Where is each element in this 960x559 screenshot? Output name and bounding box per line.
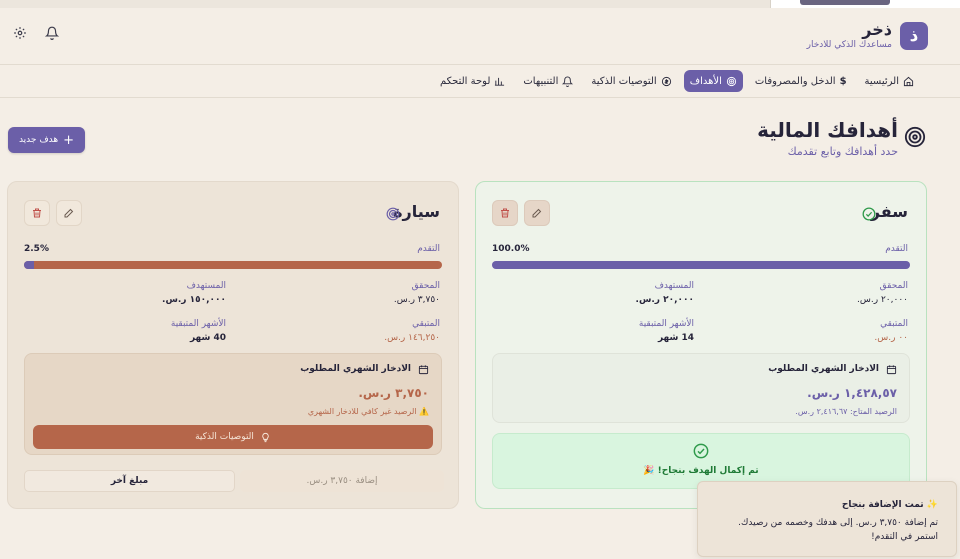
- page-subtitle: حدد أهدافك وتابع تقدمك: [787, 145, 898, 158]
- monthly-saving-title: الادخار الشهري المطلوب: [768, 364, 879, 374]
- progress-label: التقدم: [885, 244, 908, 254]
- goal-title: سيارة: [393, 202, 440, 221]
- remaining-label: المتبقي: [880, 319, 908, 329]
- home-icon: [903, 76, 914, 86]
- progress-bar-fill: [24, 261, 35, 269]
- bell-icon: [562, 76, 574, 87]
- nav-dashboard[interactable]: لوحة التحكم: [434, 70, 511, 92]
- target-icon: [726, 76, 736, 86]
- months-label: الأشهر المتبقية: [170, 319, 226, 329]
- remaining-label: المتبقي: [412, 319, 440, 329]
- target-icon: [386, 207, 400, 221]
- goal-complete-text: تم إكمال الهدف بنجاح! 🎉: [643, 466, 759, 476]
- remaining-value: ٠٠ ر.س.: [874, 333, 908, 343]
- achieved-label: المحقق: [411, 281, 440, 291]
- progress-bar: [24, 261, 442, 269]
- pencil-icon: [532, 208, 542, 218]
- remaining-value: ١٤٦,٢٥٠ ر.س.: [384, 333, 440, 343]
- trash-icon: [33, 208, 41, 218]
- nav-dashboard-label: لوحة التحكم: [439, 75, 491, 87]
- edit-goal-button[interactable]: [56, 200, 82, 226]
- lightbulb-icon: [262, 432, 269, 442]
- toast-title: ✨ تمت الإضافة بنجاح: [841, 500, 938, 510]
- gear-icon[interactable]: [13, 26, 27, 40]
- nav-income-label: الدخل والمصروفات: [754, 75, 836, 87]
- nav-goals[interactable]: الأهداف: [683, 70, 743, 92]
- progress-value: 2.5%: [24, 244, 49, 254]
- app-logo: ذ: [900, 22, 928, 50]
- plus-icon: +: [63, 132, 75, 148]
- achieved-value: ٢٠,٠٠٠ ر.س.: [857, 295, 908, 305]
- nav-alerts-label: التنبيهات: [523, 75, 559, 87]
- goal-card-travel: سفر التقدم 100.0% المحقق ٢٠,٠٠٠ ر.س. الم…: [475, 181, 927, 509]
- trash-icon: [501, 208, 509, 218]
- months-label: الأشهر المتبقية: [638, 319, 694, 329]
- nav-smart-recommendations[interactable]: التوصيات الذكية: [585, 70, 677, 92]
- achieved-label: المحقق: [879, 281, 908, 291]
- delete-goal-button[interactable]: [24, 200, 50, 226]
- progress-value: 100.0%: [492, 244, 530, 254]
- months-value: 14 شهر: [657, 333, 694, 343]
- delete-goal-button[interactable]: [492, 200, 518, 226]
- edit-goal-button[interactable]: [524, 200, 550, 226]
- target-label: المستهدف: [654, 281, 694, 291]
- toast-body: تم إضافة ٣,٧٥٠ ر.س. إلى هدفك وخصمه من رص…: [738, 518, 938, 542]
- monthly-saving-box: الادخار الشهري المطلوب ٣,٧٥٠ ر.س. ⚠️ الر…: [24, 353, 442, 455]
- dollar-icon: $: [839, 75, 847, 87]
- success-toast: ✨ تمت الإضافة بنجاح تم إضافة ٣,٧٥٠ ر.س. …: [697, 481, 957, 557]
- pencil-icon: [64, 208, 74, 218]
- chart-icon: [495, 77, 505, 86]
- smart-recommendations-label: التوصيات الذكية: [195, 432, 254, 442]
- check-circle-icon: [693, 443, 709, 459]
- achieved-value: ٣,٧٥٠ ر.س.: [393, 295, 440, 305]
- monthly-saving-box: الادخار الشهري المطلوب ١,٤٢٨,٥٧ ر.س. الر…: [492, 353, 910, 423]
- nav-alerts[interactable]: التنبيهات: [517, 70, 579, 92]
- page-title: أهدافك المالية: [757, 118, 898, 142]
- nav-home[interactable]: الرئيسية: [859, 70, 920, 92]
- nav-income-expenses[interactable]: $ الدخل والمصروفات: [749, 70, 853, 92]
- progress-label: التقدم: [417, 244, 440, 254]
- target-icon: [904, 126, 926, 148]
- monthly-saving-amount: ١,٤٢٨,٥٧ ر.س.: [807, 386, 897, 400]
- add-installment-button[interactable]: إضافة ٣,٧٥٠ ر.س.: [240, 470, 444, 492]
- monthly-saving-amount: ٣,٧٥٠ ر.س.: [358, 386, 429, 400]
- months-value: 40 شهر: [189, 333, 226, 343]
- target-value: ١٥٠,٠٠٠ ر.س.: [162, 295, 226, 305]
- progress-bar-fill: [492, 261, 910, 269]
- browser-top-strip: [0, 0, 960, 8]
- app-title: ذخر: [862, 20, 892, 39]
- progress-bar: [492, 261, 910, 269]
- nav-home-label: الرئيسية: [864, 75, 899, 87]
- nav-smart-label: التوصيات الذكية: [591, 75, 657, 87]
- app-header: ذ ذخر مساعدك الذكي للادخار: [0, 8, 960, 65]
- goal-title: سفر: [870, 202, 908, 221]
- other-amount-button[interactable]: مبلغ آخر: [24, 470, 235, 492]
- browser-tab-indicator: [800, 0, 890, 5]
- smart-recommendations-button[interactable]: التوصيات الذكية: [33, 425, 433, 449]
- monthly-saving-title: الادخار الشهري المطلوب: [300, 364, 411, 374]
- new-goal-button[interactable]: + هدف جديد: [8, 127, 85, 153]
- calendar-icon: [886, 365, 897, 375]
- insufficient-balance-warning: ⚠️ الرصيد غير كافي للادخار الشهري: [307, 407, 429, 416]
- nav-goals-label: الأهداف: [689, 75, 722, 87]
- calendar-icon: [418, 365, 429, 375]
- check-circle-icon: [862, 207, 876, 221]
- main-nav: الرئيسية $ الدخل والمصروفات الأهداف التو…: [0, 66, 960, 98]
- target-label: المستهدف: [186, 281, 226, 291]
- app-subtitle: مساعدك الذكي للادخار: [806, 40, 892, 50]
- bell-icon[interactable]: [45, 26, 59, 40]
- new-goal-label: هدف جديد: [18, 135, 59, 145]
- target-value: ٢٠,٠٠٠ ر.س.: [635, 295, 694, 305]
- available-balance: الرصيد المتاح: ٢,٤١٦,٦٧ ر.س.: [795, 407, 897, 416]
- goal-card-car: سيارة التقدم 2.5% المحقق ٣,٧٥٠ ر.س. المس…: [7, 181, 459, 509]
- dollar-circle-icon: [661, 76, 671, 86]
